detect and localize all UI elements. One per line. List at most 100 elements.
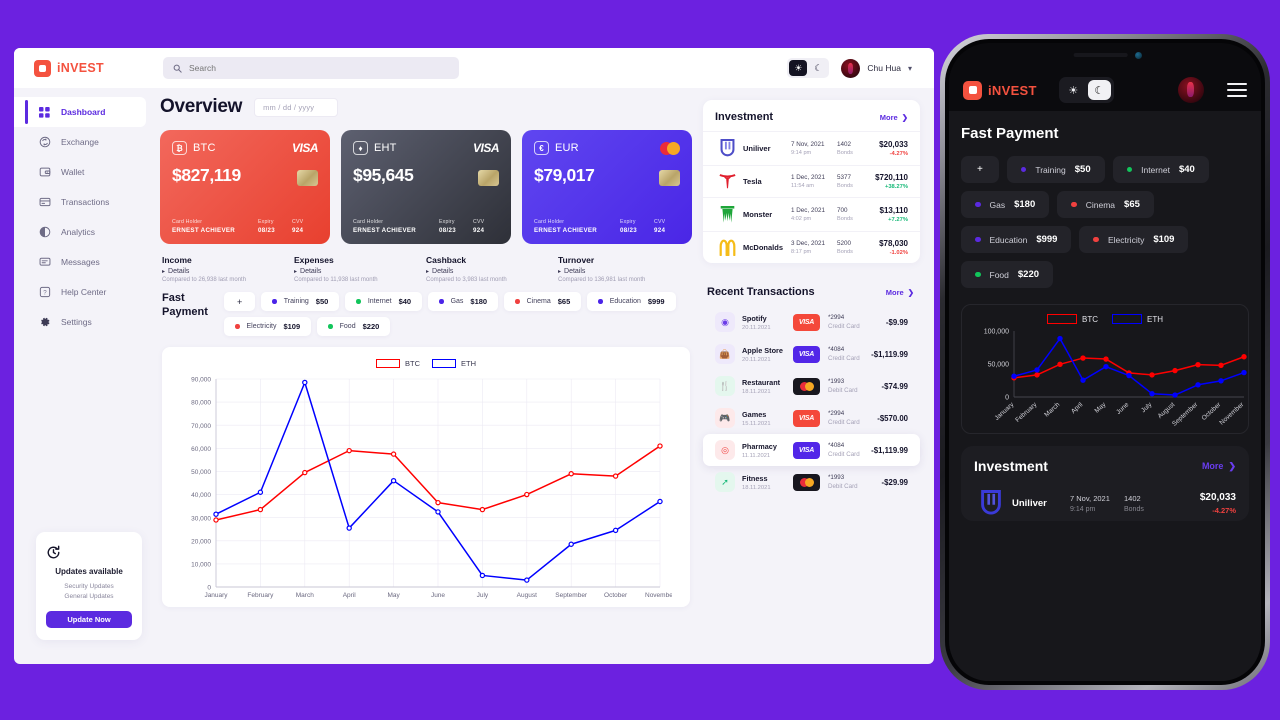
- card-number: *2994: [828, 314, 845, 321]
- balance-card-eht[interactable]: ♦ EHT VISA $95,645 Card Holder ERNEST ACH…: [341, 130, 511, 244]
- list-item[interactable]: 🍴 Restaurant 18.11.2021 *1993 Debit Card -…: [703, 370, 920, 402]
- chevron-down-icon[interactable]: ▾: [908, 64, 912, 73]
- card-number: *2994: [828, 410, 845, 417]
- visa-card-icon: VISA: [793, 441, 820, 459]
- sidebar-item-exchange[interactable]: Exchange: [14, 127, 154, 157]
- phone-payment-chip-gas[interactable]: Gas $180: [961, 191, 1050, 218]
- moon-icon[interactable]: ☾: [809, 60, 827, 76]
- phone-screen: iNVEST ☀ ☾ Fast Payment + Training $50 In…: [949, 43, 1261, 681]
- svg-text:March: March: [1043, 401, 1061, 419]
- moon-icon[interactable]: ☾: [1087, 80, 1111, 100]
- sidebar-item-help-center[interactable]: ? Help Center: [14, 277, 154, 307]
- search-box[interactable]: [163, 57, 459, 79]
- bonds-count: 5200: [837, 240, 852, 247]
- list-item[interactable]: Uniliver 7 Nov, 2021 9:14 pm 1402 Bonds $2…: [974, 490, 1236, 517]
- hamburger-menu-icon[interactable]: [1227, 83, 1247, 97]
- card-expiry-label: Expiry: [258, 219, 274, 225]
- phone-payment-chip-electricity[interactable]: Electricity $109: [1079, 226, 1189, 253]
- theme-toggle[interactable]: ☀ ☾: [787, 58, 830, 78]
- phone-add-payment-button[interactable]: +: [961, 156, 999, 183]
- phone-notch: [949, 43, 1261, 69]
- stat-expenses: Expenses Details Compared to 11,938 last…: [294, 255, 426, 283]
- svg-text:April: April: [1070, 401, 1085, 415]
- payment-chip-gas[interactable]: Gas $180: [428, 292, 499, 311]
- payment-chip-food[interactable]: Food $220: [317, 317, 391, 336]
- svg-text:September: September: [555, 592, 588, 599]
- phone-brand-logo[interactable]: iNVEST: [963, 80, 1037, 100]
- phone-investment-more-link[interactable]: More ❯: [1202, 461, 1236, 472]
- visa-label: VISA: [798, 446, 815, 454]
- sidebar-item-analytics[interactable]: Analytics: [14, 217, 154, 247]
- balance-cards: ₿ BTC VISA $827,119 Card Holder ERNEST AC…: [160, 130, 692, 244]
- date-input[interactable]: mm / dd / yyyy: [254, 97, 339, 117]
- balance-card-eur[interactable]: € EUR $79,017 Card Holder ERNEST ACHIEVER…: [522, 130, 692, 244]
- stat-details-link[interactable]: Details: [558, 268, 690, 275]
- card-amount: $827,119: [172, 165, 241, 185]
- sun-icon[interactable]: ☀: [789, 60, 808, 76]
- table-row[interactable]: McDonalds 3 Dec, 2021 8:17 pm 5200 Bonds $…: [703, 231, 920, 263]
- sidebar-item-label: Messages: [61, 257, 100, 267]
- brand-logo[interactable]: iNVEST: [14, 59, 154, 77]
- phone-payment-chip-training[interactable]: Training $50: [1006, 156, 1105, 183]
- payment-chip-cinema[interactable]: Cinema $65: [504, 292, 582, 311]
- mastercard-logo-icon: [660, 141, 680, 155]
- list-item[interactable]: ◎ Pharmacy 11.11.2021 VISA *4084 Credit Ca…: [703, 434, 920, 466]
- overview-header: Overview mm / dd / yyyy: [160, 88, 692, 130]
- svg-text:May: May: [1094, 401, 1108, 415]
- phone-payment-chip-education[interactable]: Education $999: [961, 226, 1072, 253]
- card-chip-icon: [478, 170, 499, 186]
- list-item[interactable]: ◉ Spotify 20.11.2021 VISA *2994 Credit Car…: [703, 306, 920, 338]
- sidebar-item-transactions[interactable]: Transactions: [14, 187, 154, 217]
- add-payment-button[interactable]: +: [224, 292, 256, 311]
- balance-card-btc[interactable]: ₿ BTC VISA $827,119 Card Holder ERNEST AC…: [160, 130, 330, 244]
- card-amount: $79,017: [534, 165, 595, 185]
- brand-name: iNVEST: [57, 61, 104, 75]
- transactions-more-link[interactable]: More ❯: [886, 288, 914, 297]
- visa-logo-icon: VISA: [291, 141, 319, 155]
- avatar[interactable]: [1178, 77, 1204, 103]
- sidebar-item-label: Transactions: [61, 197, 110, 207]
- phone-payment-chip-internet[interactable]: Internet $40: [1112, 156, 1209, 183]
- phone-payment-chip-cinema[interactable]: Cinema $65: [1057, 191, 1154, 218]
- chevron-right-icon: ❯: [907, 287, 914, 297]
- stat-details-link[interactable]: Details: [426, 268, 558, 275]
- table-row[interactable]: Monster 1 Dec, 2021 4:02 pm 700 Bonds $13,…: [703, 197, 920, 231]
- date: 1 Dec, 2021: [791, 207, 825, 214]
- phone-theme-toggle[interactable]: ☀ ☾: [1058, 77, 1114, 103]
- stat-income: Income Details Compared to 26,938 last m…: [162, 255, 294, 283]
- change-percent: -4.27%: [1212, 506, 1236, 515]
- sun-icon[interactable]: ☀: [1062, 80, 1085, 100]
- sidebar-item-settings[interactable]: Settings: [14, 307, 154, 337]
- search-input[interactable]: [189, 63, 449, 73]
- stat-details-link[interactable]: Details: [294, 268, 426, 275]
- table-row[interactable]: Tesla 1 Dec, 2021 11:54 am 5377 Bonds $720…: [703, 165, 920, 197]
- square-logo-icon: [963, 80, 982, 100]
- merchant: Fitness: [742, 473, 768, 483]
- payment-chip-internet[interactable]: Internet $40: [345, 292, 423, 311]
- sidebar-item-wallet[interactable]: Wallet: [14, 157, 154, 187]
- list-item[interactable]: 🎮 Games 15.11.2021 VISA *2994 Credit Card …: [703, 402, 920, 434]
- investment-name: Uniliver: [743, 144, 771, 153]
- investment-more-link[interactable]: More ❯: [880, 113, 908, 122]
- exchange-icon: [38, 136, 51, 149]
- grid-icon: [38, 106, 51, 119]
- user-menu[interactable]: Chu Hua ▾: [841, 58, 912, 78]
- chip-amount: $40: [398, 297, 412, 306]
- list-item[interactable]: ➚ Fitness 18.11.2021 *1993 Debit Card -$29…: [703, 466, 920, 498]
- phone-payment-chip-food[interactable]: Food $220: [961, 261, 1054, 288]
- sidebar-item-messages[interactable]: Messages: [14, 247, 154, 277]
- sidebar-item-dashboard[interactable]: Dashboard: [14, 97, 146, 127]
- more-label: More: [885, 287, 904, 297]
- update-now-button[interactable]: Update Now: [46, 611, 132, 628]
- list-item[interactable]: 👜 Apple Store 20.11.2021 VISA *4084 Credit…: [703, 338, 920, 370]
- payment-chip-training[interactable]: Training $50: [261, 292, 340, 311]
- status-dot: [598, 299, 603, 304]
- svg-text:October: October: [1200, 401, 1222, 422]
- time: 8:17 pm: [791, 249, 812, 255]
- stat-details-link[interactable]: Details: [162, 268, 294, 275]
- table-row[interactable]: Uniliver 7 Nov, 2021 9:14 pm 1402 Bonds $2…: [703, 131, 920, 165]
- payment-chip-electricity[interactable]: Electricity $109: [224, 317, 312, 336]
- phone-brand-name: iNVEST: [988, 82, 1037, 98]
- payment-chip-education[interactable]: Education $999: [587, 292, 676, 311]
- investment-bonds: 5377 Bonds: [837, 174, 867, 189]
